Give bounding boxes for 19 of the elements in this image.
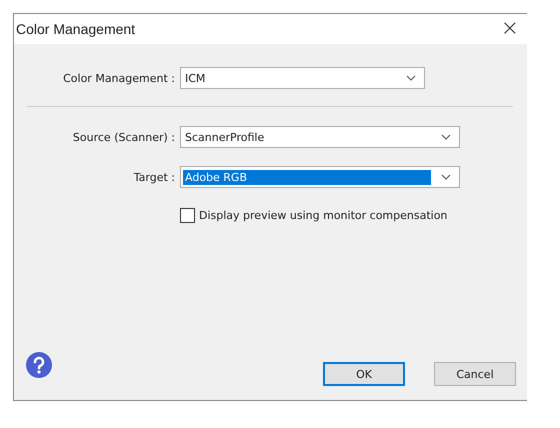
dropdown[interactable]: ScannerProfile (180, 126, 460, 148)
chevron-icon (406, 75, 416, 81)
dialog-button[interactable]: Cancel (434, 362, 516, 386)
dropdown[interactable]: Adobe RGB (180, 166, 460, 188)
window-title: Color Management (16, 21, 136, 37)
field-label: Target : (132, 170, 176, 184)
dropdown-value: ICM (184, 70, 206, 86)
dropdown-value: ScannerProfile (184, 130, 266, 144)
dialog-button[interactable]: OK (323, 362, 405, 386)
help-icon[interactable] (26, 352, 52, 378)
dropdown[interactable]: ICM (180, 67, 425, 89)
field-label: Source (Scanner) : (72, 130, 176, 144)
chevron-icon (441, 134, 451, 140)
field-label: Color Management : (62, 72, 176, 84)
checkbox[interactable] (180, 208, 195, 223)
checkbox-label: Display preview using monitor compensation (199, 209, 448, 222)
chevron-icon (441, 174, 451, 180)
dropdown-value: Adobe RGB (183, 170, 431, 184)
close-button[interactable]: × (492, 18, 527, 40)
